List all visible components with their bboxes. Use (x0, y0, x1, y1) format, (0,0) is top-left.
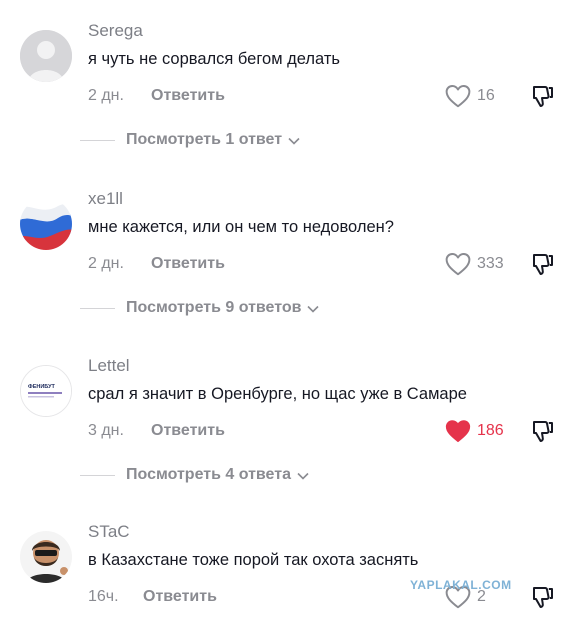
comment-time: 16ч. (88, 588, 119, 605)
view-replies-label: Посмотреть 1 ответ (126, 131, 283, 148)
like-count: 16 (477, 87, 495, 104)
view-replies-label: Посмотреть 4 ответа (126, 466, 291, 483)
comment-text: я чуть не сорвался бегом делать (88, 50, 340, 68)
heart-filled-icon (445, 420, 471, 443)
dislike-icon[interactable] (530, 419, 556, 445)
view-replies-button[interactable]: Посмотреть 1 ответ (80, 131, 300, 149)
reply-button[interactable]: Ответить (151, 255, 225, 273)
dislike-icon[interactable] (530, 585, 556, 611)
comment-time: 3 дн. (88, 422, 124, 439)
divider-line (80, 307, 115, 309)
comment-username[interactable]: xe1ll (88, 189, 123, 209)
comment-text: срал я значит в Оренбурге, но щас уже в … (88, 385, 467, 403)
like-count: 333 (477, 255, 504, 272)
reply-button[interactable]: Ответить (151, 422, 225, 440)
dislike-icon[interactable] (530, 84, 556, 110)
chevron-down-icon (288, 137, 300, 145)
heart-outline-icon (445, 253, 471, 276)
like-button[interactable]: 186 (445, 419, 504, 443)
avatar[interactable] (20, 30, 72, 82)
like-button[interactable]: 16 (445, 84, 495, 108)
heart-outline-icon (445, 85, 471, 108)
view-replies-button[interactable]: Посмотреть 4 ответа (80, 466, 309, 484)
comment-time: 2 дн. (88, 255, 124, 272)
comment-username[interactable]: STaC (88, 522, 130, 542)
dislike-icon[interactable] (530, 252, 556, 278)
medicine-logo-avatar-icon: ФЕНИБУТ (21, 366, 71, 416)
divider-line (80, 474, 115, 476)
like-count: 186 (477, 422, 504, 439)
like-button[interactable]: 333 (445, 252, 504, 276)
comment-item: xe1ll мне кажется, или он чем то недовол… (0, 189, 572, 368)
chevron-down-icon (307, 305, 320, 313)
chevron-down-icon (297, 472, 309, 480)
flag-avatar-icon (20, 198, 72, 250)
comment-text: в Казахстане тоже порой так охота заснят… (88, 551, 419, 569)
comment-username[interactable]: Lettel (88, 356, 130, 376)
comment-username[interactable]: Serega (88, 21, 143, 41)
view-replies-button[interactable]: Посмотреть 9 ответов (80, 299, 320, 317)
avatar-logo-text: ФЕНИБУТ (28, 384, 56, 390)
reply-button[interactable]: Ответить (151, 87, 225, 105)
comment-text: мне кажется, или он чем то недоволен? (88, 218, 394, 236)
site-watermark: YAPLAKAL.COM (410, 578, 512, 592)
cartoon-man-avatar-icon (20, 531, 72, 583)
avatar[interactable]: ФЕНИБУТ (20, 365, 72, 417)
divider-line (80, 139, 115, 141)
default-avatar-icon (20, 30, 72, 82)
reply-button[interactable]: Ответить (143, 588, 217, 606)
comment-time: 2 дн. (88, 87, 124, 104)
view-replies-label: Посмотреть 9 ответов (126, 299, 302, 316)
avatar[interactable] (20, 198, 72, 250)
comment-item: STaC в Казахстане тоже порой так охота з… (0, 522, 572, 618)
comment-item: Serega я чуть не сорвался бегом делать 2… (0, 21, 572, 200)
comment-item: ФЕНИБУТ Lettel срал я значит в Оренбурге… (0, 356, 572, 535)
avatar[interactable] (20, 531, 72, 583)
